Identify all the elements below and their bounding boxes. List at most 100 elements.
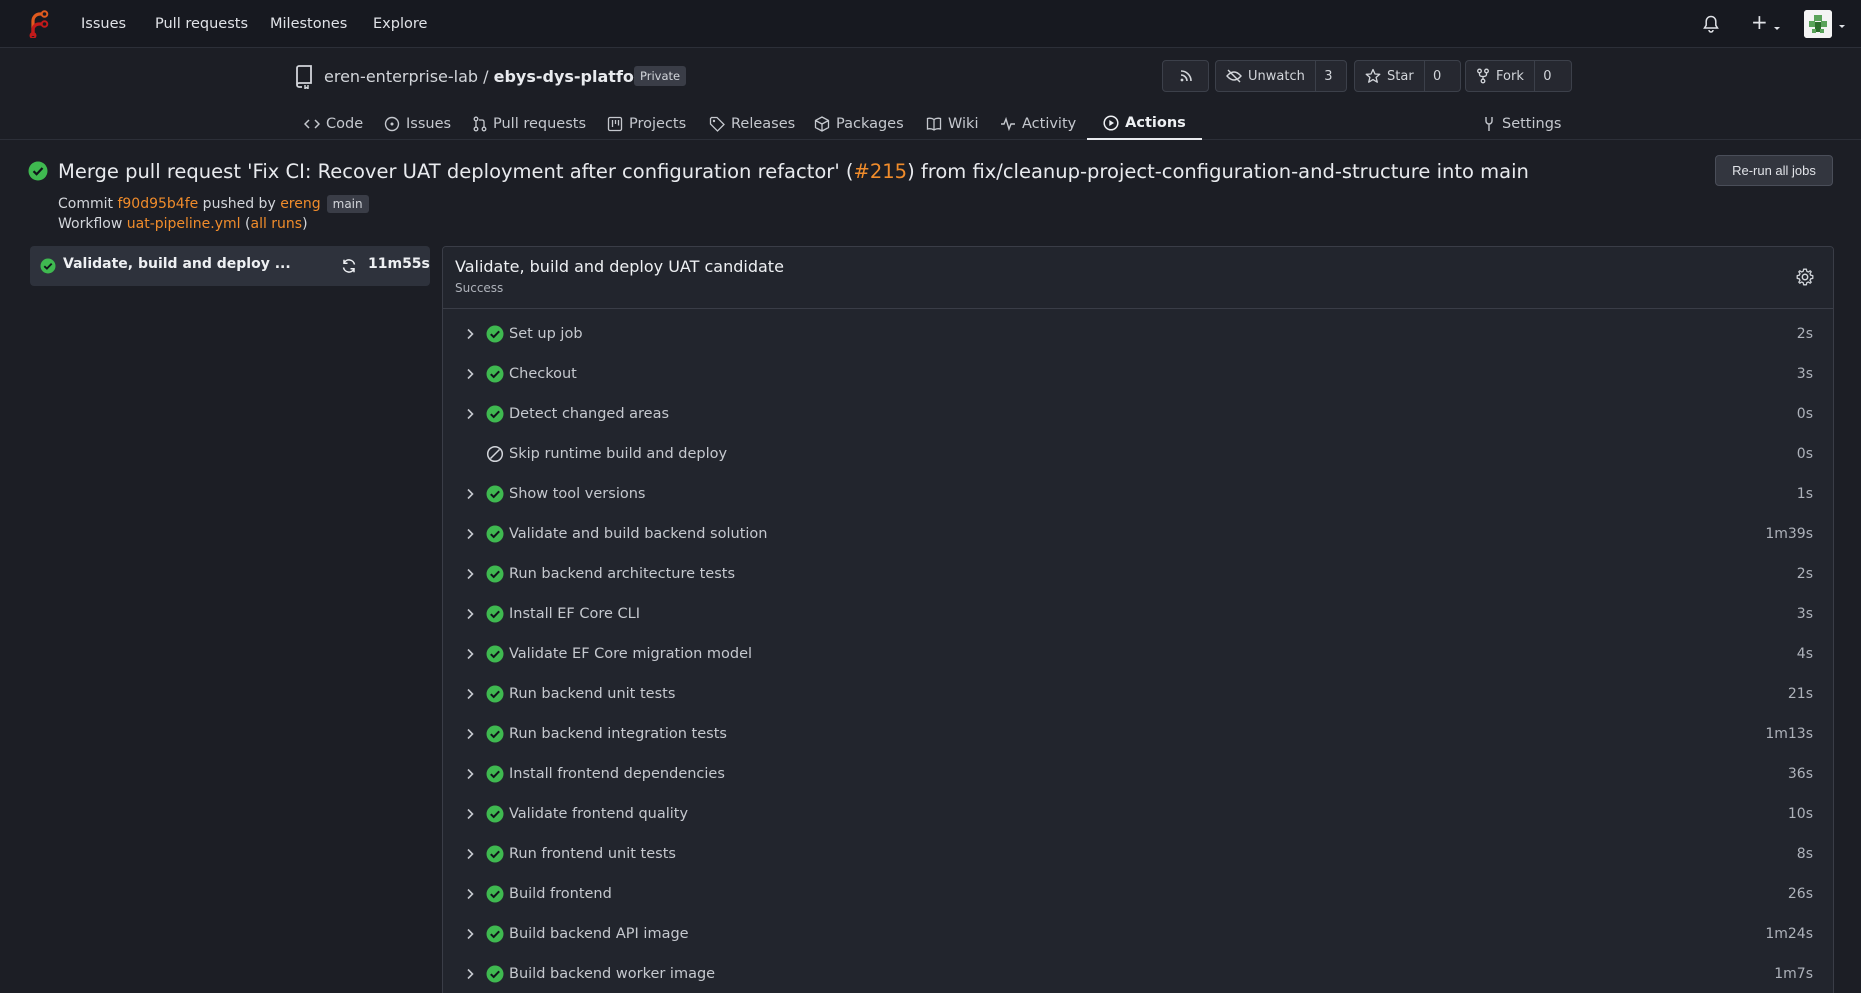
step-row[interactable]: Install frontend dependencies 36s bbox=[443, 754, 1833, 794]
step-row[interactable]: Build backend API image 1m24s bbox=[443, 914, 1833, 954]
step-name: Run backend unit tests bbox=[509, 686, 676, 702]
create-new-dropdown[interactable]: + bbox=[1747, 10, 1787, 36]
chevron-right-icon[interactable] bbox=[462, 406, 478, 422]
job-list-item[interactable]: Validate, build and deploy ... 11m55s bbox=[30, 246, 430, 286]
tab-wiki[interactable]: Wiki bbox=[926, 108, 978, 140]
fork-count[interactable]: 0 bbox=[1533, 61, 1560, 91]
all-runs-link[interactable]: all runs bbox=[250, 214, 302, 234]
unwatch-button[interactable]: Unwatch 3 bbox=[1215, 60, 1347, 92]
chevron-right-icon[interactable] bbox=[462, 606, 478, 622]
step-row[interactable]: Build backend worker image 1m7s bbox=[443, 954, 1833, 993]
tab-actions-label: Actions bbox=[1125, 115, 1186, 131]
star-count[interactable]: 0 bbox=[1423, 61, 1450, 91]
chevron-right-icon[interactable] bbox=[462, 486, 478, 502]
chevron-right-icon[interactable] bbox=[462, 926, 478, 942]
step-row[interactable]: Set up job 2s bbox=[443, 314, 1833, 354]
step-row[interactable]: Validate and build backend solution 1m39s bbox=[443, 514, 1833, 554]
nav-explore[interactable]: Explore bbox=[373, 13, 427, 35]
tab-actions[interactable]: Actions bbox=[1087, 108, 1202, 140]
step-row[interactable]: Build frontend 26s bbox=[443, 874, 1833, 914]
success-check-icon bbox=[486, 565, 504, 583]
step-row[interactable]: Run frontend unit tests 8s bbox=[443, 834, 1833, 874]
chevron-right-icon[interactable] bbox=[462, 846, 478, 862]
chevron-right-icon[interactable] bbox=[462, 766, 478, 782]
rss-icon bbox=[1179, 69, 1193, 83]
step-row[interactable]: Run backend unit tests 21s bbox=[443, 674, 1833, 714]
chevron-right-icon[interactable] bbox=[462, 526, 478, 542]
star-button[interactable]: Star 0 bbox=[1354, 60, 1461, 92]
chevron-right-icon[interactable] bbox=[462, 566, 478, 582]
step-duration: 4s bbox=[1796, 646, 1813, 662]
pr-link[interactable]: #215 bbox=[854, 160, 908, 183]
step-name: Install frontend dependencies bbox=[509, 766, 725, 782]
fork-button[interactable]: Fork 0 bbox=[1465, 60, 1572, 92]
user-menu[interactable] bbox=[1804, 10, 1848, 38]
success-check-icon bbox=[486, 365, 504, 383]
step-row[interactable]: Validate EF Core migration model 4s bbox=[443, 634, 1833, 674]
job-detail-panel: Validate, build and deploy UAT candidate… bbox=[442, 246, 1834, 993]
tab-releases[interactable]: Releases bbox=[709, 108, 795, 140]
tab-pull-requests[interactable]: Pull requests bbox=[473, 108, 586, 140]
repo-icon bbox=[293, 65, 315, 90]
step-name: Show tool versions bbox=[509, 486, 646, 502]
step-name: Build backend API image bbox=[509, 926, 689, 942]
chevron-right-icon[interactable] bbox=[462, 806, 478, 822]
success-check-icon bbox=[486, 525, 504, 543]
pushed-by-label: pushed by bbox=[198, 196, 281, 212]
step-row[interactable]: Show tool versions 1s bbox=[443, 474, 1833, 514]
tab-issues[interactable]: Issues bbox=[384, 108, 451, 140]
chevron-right-icon[interactable] bbox=[462, 726, 478, 742]
chevron-right-icon[interactable] bbox=[462, 886, 478, 902]
step-row[interactable]: Install EF Core CLI 3s bbox=[443, 594, 1833, 634]
step-row[interactable]: Validate frontend quality 10s bbox=[443, 794, 1833, 834]
tab-packages[interactable]: Packages bbox=[814, 108, 904, 140]
notifications-bell-icon[interactable] bbox=[1700, 13, 1722, 35]
tab-projects[interactable]: Projects bbox=[607, 108, 686, 140]
pusher-link[interactable]: ereng bbox=[280, 194, 320, 214]
step-row[interactable]: Detect changed areas 0s bbox=[443, 394, 1833, 434]
success-check-icon bbox=[486, 925, 504, 943]
nav-pull-requests[interactable]: Pull requests bbox=[155, 13, 248, 35]
step-duration: 1s bbox=[1796, 486, 1813, 502]
chevron-right-icon[interactable] bbox=[462, 686, 478, 702]
paren-open: ( bbox=[240, 216, 251, 232]
success-check-icon bbox=[486, 645, 504, 663]
nav-milestones[interactable]: Milestones bbox=[270, 13, 347, 35]
commit-sha-link[interactable]: f90d95b4fe bbox=[117, 194, 198, 214]
fork-icon bbox=[1476, 68, 1490, 84]
chevron-right-icon[interactable] bbox=[462, 646, 478, 662]
tab-settings[interactable]: Settings bbox=[1482, 108, 1561, 140]
chevron-right-icon[interactable] bbox=[462, 326, 478, 342]
rerun-job-icon[interactable] bbox=[341, 258, 357, 274]
step-duration: 21s bbox=[1787, 686, 1813, 702]
step-row[interactable]: Checkout 3s bbox=[443, 354, 1833, 394]
tab-code[interactable]: Code bbox=[304, 108, 363, 140]
tab-activity[interactable]: Activity bbox=[1000, 108, 1076, 140]
run-title: Merge pull request 'Fix CI: Recover UAT … bbox=[28, 158, 1529, 184]
chevron-right-icon[interactable] bbox=[462, 366, 478, 382]
watch-count[interactable]: 3 bbox=[1314, 61, 1341, 91]
plus-icon: + bbox=[1751, 10, 1768, 34]
commit-info: Commit f90d95b4fe pushed by ereng main bbox=[58, 194, 369, 214]
step-row[interactable]: Run backend architecture tests 2s bbox=[443, 554, 1833, 594]
step-row[interactable]: Run backend integration tests 1m13s bbox=[443, 714, 1833, 754]
tab-activity-label: Activity bbox=[1022, 116, 1077, 132]
nav-issues[interactable]: Issues bbox=[81, 13, 126, 35]
repo-owner-link[interactable]: eren-enterprise-lab bbox=[324, 67, 478, 86]
step-row[interactable]: Skip runtime build and deploy 0s bbox=[443, 434, 1833, 474]
repo-separator: / bbox=[478, 67, 494, 86]
tools-icon bbox=[1482, 116, 1496, 132]
paren-close: ) bbox=[302, 216, 308, 232]
branch-badge[interactable]: main bbox=[326, 195, 369, 213]
code-icon bbox=[304, 117, 320, 131]
chevron-right-icon[interactable] bbox=[462, 966, 478, 982]
workflow-file-link[interactable]: uat-pipeline.yml bbox=[127, 214, 241, 234]
step-duration: 1m13s bbox=[1765, 726, 1813, 742]
gear-icon[interactable] bbox=[1795, 267, 1815, 287]
step-name: Run backend architecture tests bbox=[509, 566, 736, 582]
step-duration: 3s bbox=[1796, 606, 1813, 622]
step-duration: 0s bbox=[1796, 406, 1813, 422]
rss-feed-button[interactable] bbox=[1162, 60, 1209, 92]
forgejo-logo-icon[interactable] bbox=[24, 10, 50, 39]
rerun-all-jobs-button[interactable]: Re-run all jobs bbox=[1715, 155, 1833, 186]
